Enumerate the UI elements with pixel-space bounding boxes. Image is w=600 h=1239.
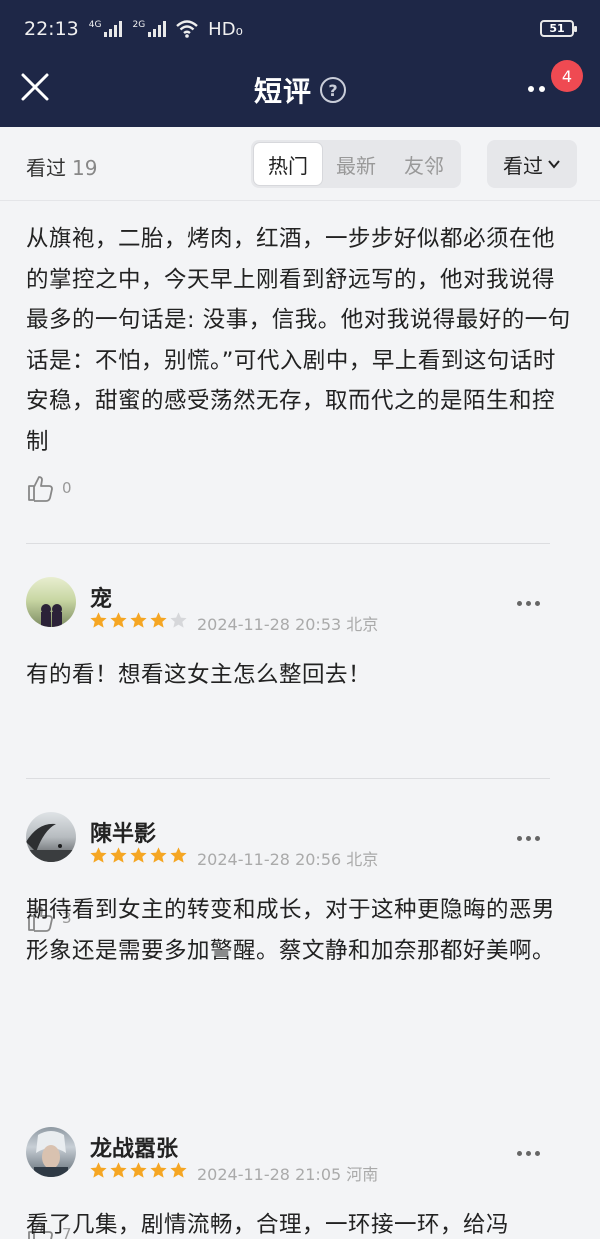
review-timestamp: 2024-11-28 20:56 北京 (197, 850, 379, 869)
review-text: 有的看！想看这女主怎么整回去！ (26, 662, 372, 688)
signal-icon-2: 2G (132, 20, 167, 37)
review-text: 期待看到女主的转变和成长，对于这种更隐晦的恶男形象还是需要多加警醒。蔡文静和加奈… (26, 897, 556, 964)
username[interactable]: 宠 (90, 581, 112, 613)
signal-icon: 4G (89, 21, 123, 37)
star-empty-icon (170, 612, 187, 628)
review-timestamp: 2024-11-28 21:05 河南 (197, 1165, 379, 1184)
star-rating (89, 846, 188, 865)
top-bar: 22:13 4G 2G HD₀ 51 短评 ? 4 (0, 0, 600, 127)
nav-bar: 短评 ? 4 (0, 58, 600, 127)
review-timestamp: 2024-11-28 20:53 北京 (197, 615, 379, 634)
more-options-button[interactable] (528, 86, 545, 92)
star-filled-icon (130, 847, 147, 863)
tab-latest[interactable]: 最新 (322, 143, 390, 185)
watched-filter-dropdown[interactable]: 看过 (487, 140, 577, 188)
review-more-button[interactable] (517, 601, 540, 606)
hd-indicator: HD₀ (208, 18, 243, 40)
divider (26, 543, 550, 544)
star-filled-icon (130, 1162, 147, 1178)
star-filled-icon (90, 847, 107, 863)
star-filled-icon (110, 612, 127, 628)
star-filled-icon (170, 1162, 187, 1178)
review-text: 从旗袍，二胎，烤肉，红酒，一步步好似都必须在他的掌控之中，今天早上刚看到舒远写的… (26, 226, 571, 455)
review-more-button[interactable] (517, 836, 540, 841)
review-text: 看了几集，剧情流畅，合理，一环接一环，给冯 (26, 1212, 510, 1238)
star-rating (89, 1161, 188, 1180)
chevron-down-icon (548, 160, 560, 169)
page-title: 短评 (253, 75, 312, 108)
star-filled-icon (150, 612, 167, 628)
notification-badge: 4 (551, 60, 583, 92)
avatar[interactable] (26, 812, 76, 862)
avatar[interactable] (26, 1127, 76, 1177)
battery-icon: 51 (540, 20, 577, 37)
star-filled-icon (110, 847, 127, 863)
watched-count: 看过 19 (26, 152, 97, 181)
status-time: 22:13 (24, 18, 79, 40)
dropdown-label: 看过 (503, 153, 543, 178)
thumbs-up-icon (28, 476, 53, 502)
watched-label: 看过 (26, 156, 66, 180)
battery-level: 51 (549, 22, 565, 35)
star-filled-icon (150, 847, 167, 863)
wifi-icon (176, 20, 198, 38)
avatar[interactable] (26, 577, 76, 627)
divider (26, 778, 550, 779)
review-more-button[interactable] (517, 1151, 540, 1156)
like-button[interactable]: 0 (26, 473, 72, 503)
status-bar: 22:13 4G 2G HD₀ 51 (0, 0, 600, 58)
sort-tabs: 热门 最新 友邻 (251, 140, 461, 188)
star-filled-icon (90, 612, 107, 628)
star-filled-icon (130, 612, 147, 628)
filter-bar: 看过 19 热门 最新 友邻 看过 (0, 127, 600, 201)
watched-number: 19 (72, 156, 98, 180)
star-filled-icon (110, 1162, 127, 1178)
tab-friends[interactable]: 友邻 (390, 143, 458, 185)
star-filled-icon (150, 1162, 167, 1178)
username[interactable]: 龙战嚣张 (90, 1131, 178, 1163)
net-type-2: 2G (132, 20, 146, 30)
username[interactable]: 陳半影 (90, 816, 156, 848)
tab-hot[interactable]: 热门 (254, 143, 322, 185)
net-type-1: 4G (88, 20, 102, 30)
like-count: 0 (62, 479, 72, 497)
star-rating (89, 611, 188, 630)
star-filled-icon (170, 847, 187, 863)
star-filled-icon (90, 1162, 107, 1178)
help-icon[interactable]: ? (320, 77, 346, 103)
